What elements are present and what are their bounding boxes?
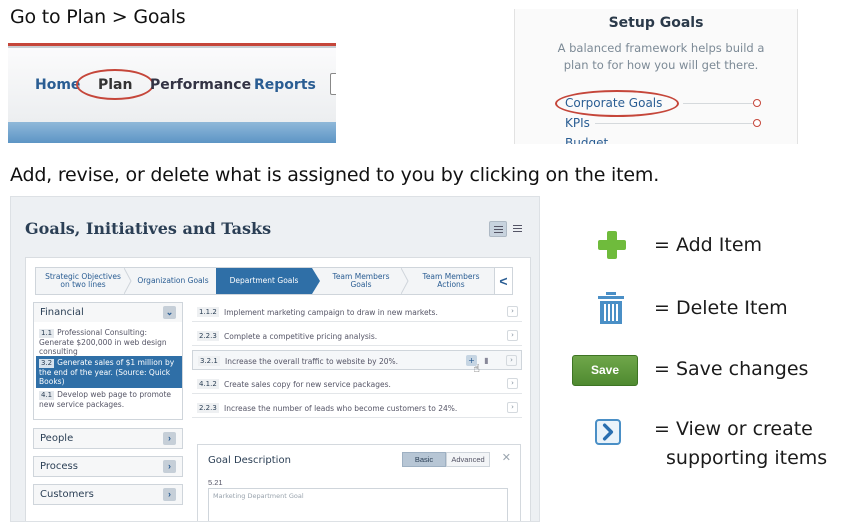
crumb-department-goals[interactable]: Department Goals bbox=[216, 268, 312, 294]
goal-row[interactable]: 4.1.2 Create sales copy for new service … bbox=[192, 374, 522, 394]
crumb-team-members-actions[interactable]: Team Members Actions bbox=[410, 268, 492, 294]
goal-description-card: Goal Description Basic Advanced ✕ 5.21 M… bbox=[197, 444, 521, 521]
legend-save: = Save changes bbox=[654, 358, 809, 380]
chevron-down-icon[interactable]: ⌄ bbox=[163, 306, 176, 319]
compact-view-icon[interactable] bbox=[509, 221, 527, 237]
setup-item-kpis[interactable]: KPIs bbox=[565, 116, 590, 130]
goal-row[interactable]: 1.1.2 Implement marketing campaign to dr… bbox=[192, 302, 522, 322]
nav-performance[interactable]: Performance bbox=[150, 77, 251, 93]
goal-text: Increase the number of leads who become … bbox=[224, 404, 458, 413]
chevron-right-icon[interactable]: › bbox=[163, 460, 176, 473]
page-title: Goals, Initiatives and Tasks bbox=[25, 219, 272, 238]
goal-description-number: 5.21 bbox=[208, 478, 223, 487]
goal-text: Implement marketing campaign to draw in … bbox=[224, 308, 438, 317]
chevron-right-icon[interactable]: › bbox=[163, 432, 176, 445]
chevron-right-icon bbox=[595, 419, 621, 445]
nav-home[interactable]: Home bbox=[35, 77, 80, 93]
setup-status-dot bbox=[753, 119, 761, 127]
nav-reports[interactable]: Reports bbox=[254, 77, 316, 93]
corporate-goals-highlight-oval bbox=[555, 90, 679, 117]
crumb-strategic-objectives[interactable]: Strategic Objectives on two lines bbox=[42, 268, 124, 294]
goal-description-input[interactable]: Marketing Department Goal bbox=[208, 488, 508, 521]
chevron-right-icon[interactable]: › bbox=[507, 330, 518, 341]
crumb-separator bbox=[401, 268, 409, 294]
setup-goals-panel: Setup Goals A balanced framework helps b… bbox=[514, 9, 798, 144]
crumb-team-members-goals[interactable]: Team Members Goals bbox=[321, 268, 401, 294]
chevron-right-icon[interactable]: › bbox=[507, 306, 518, 317]
setup-connector bbox=[595, 123, 753, 124]
list-view-icon[interactable] bbox=[489, 221, 507, 237]
item-text: Develop web page to promote new service … bbox=[39, 390, 172, 409]
crumb-organization-goals[interactable]: Organization Goals bbox=[132, 268, 214, 294]
legend-add: = Add Item bbox=[654, 234, 763, 256]
tab-advanced[interactable]: Advanced bbox=[446, 452, 490, 467]
list-item[interactable]: 4.1 Develop web page to promote new servi… bbox=[36, 388, 182, 411]
chevron-right-icon[interactable]: › bbox=[507, 402, 518, 413]
setup-connector bbox=[683, 103, 753, 104]
category-label: Customers bbox=[40, 489, 94, 500]
step1-heading: Go to Plan > Goals bbox=[10, 6, 186, 28]
item-text: Generate sales of $1 million by the end … bbox=[39, 358, 175, 386]
view-toggle[interactable] bbox=[489, 221, 527, 237]
goal-text: Increase the overall traffic to website … bbox=[225, 357, 399, 366]
legend-delete: = Delete Item bbox=[654, 297, 788, 319]
goal-number: 3.2.1 bbox=[198, 356, 220, 366]
close-icon[interactable]: ✕ bbox=[502, 451, 511, 464]
nav-blue-band bbox=[8, 122, 336, 143]
goal-number: 4.1.2 bbox=[197, 379, 219, 389]
chevron-right-icon[interactable]: › bbox=[507, 378, 518, 389]
crumb-separator bbox=[312, 268, 320, 294]
chevron-right-icon[interactable]: › bbox=[163, 488, 176, 501]
trash-icon bbox=[598, 292, 624, 324]
setup-status-dot bbox=[753, 99, 761, 107]
goals-content: Strategic Objectives on two lines Organi… bbox=[25, 257, 531, 521]
setup-description: A balanced framework helps build a plan … bbox=[557, 41, 765, 72]
list-item[interactable]: 1.1 Professional Consulting: Generate $20… bbox=[36, 326, 182, 358]
goal-row[interactable]: 2.2.3 Complete a competitive pricing ana… bbox=[192, 326, 522, 346]
goals-app-panel: Goals, Initiatives and Tasks Strategic O… bbox=[10, 196, 540, 522]
tab-basic[interactable]: Basic bbox=[402, 452, 446, 467]
goal-row-hovered[interactable]: 3.2.1 Increase the overall traffic to we… bbox=[192, 350, 522, 375]
step2-heading: Add, revise, or delete what is assigned … bbox=[10, 164, 660, 186]
setup-title: Setup Goals bbox=[608, 15, 704, 31]
goal-text: Complete a competitive pricing analysis. bbox=[224, 332, 378, 341]
breadcrumb: Strategic Objectives on two lines Organi… bbox=[35, 267, 513, 295]
category-process[interactable]: Process › bbox=[33, 456, 183, 477]
category-label: People bbox=[40, 433, 74, 444]
goal-number: 1.1.2 bbox=[197, 307, 219, 317]
category-label: Process bbox=[40, 461, 78, 472]
goal-number: 2.2.3 bbox=[197, 331, 219, 341]
goal-number: 2.2.3 bbox=[197, 403, 219, 413]
navigation-bar: Home Plan Performance Reports bbox=[8, 43, 336, 143]
item-number: 1.1 bbox=[39, 329, 55, 338]
financial-list: 1.1 Professional Consulting: Generate $20… bbox=[33, 322, 183, 420]
setup-item-budget[interactable]: Budget bbox=[565, 136, 608, 144]
item-number: 3.2 bbox=[39, 359, 55, 368]
chevron-right-icon[interactable]: › bbox=[506, 355, 517, 366]
goal-row[interactable]: 2.2.3 Increase the number of leads who b… bbox=[192, 398, 522, 418]
item-text: Professional Consulting: Generate $200,0… bbox=[39, 328, 167, 356]
goal-text: Create sales copy for new service packag… bbox=[224, 380, 391, 389]
nav-menu-button[interactable] bbox=[330, 73, 336, 95]
crumb-separator bbox=[124, 268, 132, 294]
category-customers[interactable]: Customers › bbox=[33, 484, 183, 505]
category-financial[interactable]: Financial ⌄ bbox=[33, 302, 183, 323]
category-label: Financial bbox=[40, 307, 84, 318]
plan-highlight-oval bbox=[76, 69, 154, 100]
plus-icon bbox=[598, 231, 626, 259]
legend-view-line2: supporting items bbox=[666, 447, 828, 469]
goal-description-title: Goal Description bbox=[208, 455, 291, 466]
category-people[interactable]: People › bbox=[33, 428, 183, 449]
trash-icon[interactable]: ▮ bbox=[482, 355, 491, 366]
legend-view-line1: = View or create bbox=[654, 418, 813, 440]
save-button[interactable]: Save bbox=[572, 355, 638, 386]
chevron-left-icon[interactable]: < bbox=[494, 268, 512, 294]
item-number: 4.1 bbox=[39, 391, 55, 400]
list-item-selected[interactable]: 3.2 Generate sales of $1 million by the e… bbox=[36, 356, 182, 388]
